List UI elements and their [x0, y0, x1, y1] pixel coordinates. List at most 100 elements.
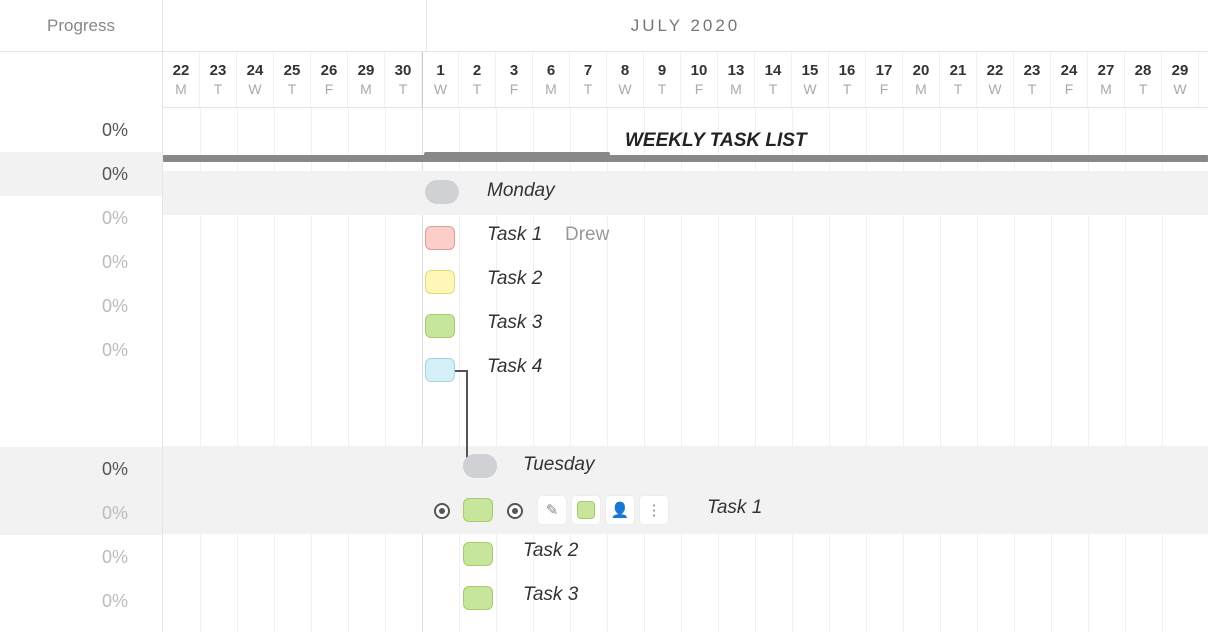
day-num: 10: [691, 62, 708, 79]
task-end-handle[interactable]: [507, 503, 523, 519]
summary-bar[interactable]: [163, 155, 1208, 162]
day-cell[interactable]: 23T: [1014, 52, 1051, 107]
edit-button[interactable]: ✎: [537, 495, 567, 525]
day-cell[interactable]: 10 F: [681, 52, 718, 107]
day-num: 16: [839, 62, 856, 79]
day-cell[interactable]: 9T: [644, 52, 681, 107]
day-letter: T: [399, 81, 408, 97]
day-letter: W: [248, 81, 261, 97]
task-bar-selected[interactable]: [463, 498, 493, 522]
task-label: Task 4: [487, 356, 542, 378]
task-bar[interactable]: [425, 270, 455, 294]
day-letter: T: [769, 81, 778, 97]
day-letter: M: [1100, 81, 1112, 97]
day-cell[interactable]: 29 M: [348, 52, 385, 107]
day-num: 6: [547, 62, 555, 79]
day-cell[interactable]: 22M: [163, 52, 200, 107]
day-cell[interactable]: 27M: [1088, 52, 1125, 107]
task-bar[interactable]: [463, 542, 493, 566]
day-cell[interactable]: 23T: [200, 52, 237, 107]
day-num: 24: [247, 62, 264, 79]
day-cell[interactable]: 26 F: [311, 52, 348, 107]
day-cell[interactable]: 24 W: [237, 52, 274, 107]
month-header: JULY 2020: [163, 0, 1208, 52]
day-num: 24: [1061, 62, 1078, 79]
day-letter: T: [1139, 81, 1148, 97]
day-num: 29: [358, 62, 375, 79]
day-cell[interactable]: 1W: [422, 52, 459, 107]
day-num: 20: [913, 62, 930, 79]
day-num: 26: [321, 62, 338, 79]
more-button[interactable]: ⋮: [639, 495, 669, 525]
day-letter: F: [510, 81, 519, 97]
day-cell[interactable]: 14T: [755, 52, 792, 107]
task-bar[interactable]: [463, 586, 493, 610]
days-row: 22M 23T 24W 25T 26F 29M 30T 1W 2T 3F 6M …: [163, 52, 1208, 108]
day-cell[interactable]: 28 T: [1125, 52, 1162, 107]
day-cell[interactable]: 24 F: [1051, 52, 1088, 107]
progress-value: 0%: [0, 152, 162, 196]
task-label: Task 1: [707, 497, 762, 519]
day-letter: F: [1065, 81, 1074, 97]
task-bar[interactable]: [425, 358, 455, 382]
day-num: 3: [510, 62, 518, 79]
day-cell[interactable]: 15 W: [792, 52, 829, 107]
milestone-marker[interactable]: [463, 454, 497, 478]
day-num: 1: [436, 62, 444, 79]
day-letter: T: [584, 81, 593, 97]
day-num: 23: [1024, 62, 1041, 79]
day-cell[interactable]: 29W: [1162, 52, 1199, 107]
day-letter: T: [288, 81, 297, 97]
gantt-panel: JULY 2020 22M 23T 24W 25T 26F 29M 30T 1W…: [163, 0, 1208, 632]
progress-value: 0%: [0, 328, 162, 372]
day-cell[interactable]: 16 T: [829, 52, 866, 107]
day-letter: F: [325, 81, 334, 97]
person-icon: 👤: [611, 501, 630, 519]
task-bar[interactable]: [425, 226, 455, 250]
gantt-chart[interactable]: WEEKLY TASK LIST Monday Task 1 Drew Task…: [163, 108, 1208, 632]
day-letter: M: [360, 81, 372, 97]
day-cell[interactable]: 2T: [459, 52, 496, 107]
day-cell[interactable]: 21T: [940, 52, 977, 107]
day-cell[interactable]: 30T: [385, 52, 422, 107]
day-num: 22: [987, 62, 1004, 79]
progress-panel: Progress 0% 0% 0% 0% 0% 0% 0% 0% 0% 0%: [0, 0, 163, 632]
progress-blank: [0, 372, 162, 447]
day-num: 17: [876, 62, 893, 79]
day-letter: T: [843, 81, 852, 97]
color-chip-icon: [577, 501, 595, 519]
color-button[interactable]: [571, 495, 601, 525]
day-num: 15: [802, 62, 819, 79]
day-letter: T: [473, 81, 482, 97]
task-label: Task 2: [487, 268, 542, 290]
day-num: 28: [1135, 62, 1152, 79]
progress-value: 0%: [0, 108, 162, 152]
day-letter: T: [954, 81, 963, 97]
day-cell[interactable]: 7T: [570, 52, 607, 107]
day-letter: M: [175, 81, 187, 97]
day-cell[interactable]: 22W: [977, 52, 1014, 107]
day-num: 9: [658, 62, 666, 79]
day-cell[interactable]: 6M: [533, 52, 570, 107]
task-start-handle[interactable]: [434, 503, 450, 519]
summary-bar-segment[interactable]: [424, 152, 610, 162]
day-cell[interactable]: 8W: [607, 52, 644, 107]
day-letter: W: [434, 81, 447, 97]
day-cell[interactable]: 13M: [718, 52, 755, 107]
day-num: 23: [210, 62, 227, 79]
assign-button[interactable]: 👤: [605, 495, 635, 525]
day-letter: W: [618, 81, 631, 97]
progress-value: 0%: [0, 196, 162, 240]
task-bar[interactable]: [425, 314, 455, 338]
milestone-marker[interactable]: [425, 180, 459, 204]
day-cell[interactable]: 3F: [496, 52, 533, 107]
task-toolbar: ✎ 👤 ⋮: [537, 495, 669, 525]
day-letter: F: [695, 81, 704, 97]
day-cell[interactable]: 20M: [903, 52, 940, 107]
progress-value: 0%: [0, 447, 162, 491]
day-cell[interactable]: 17F: [866, 52, 903, 107]
day-num: 13: [728, 62, 745, 79]
day-letter: W: [803, 81, 816, 97]
day-cell[interactable]: 25T: [274, 52, 311, 107]
progress-value: 0%: [0, 240, 162, 284]
